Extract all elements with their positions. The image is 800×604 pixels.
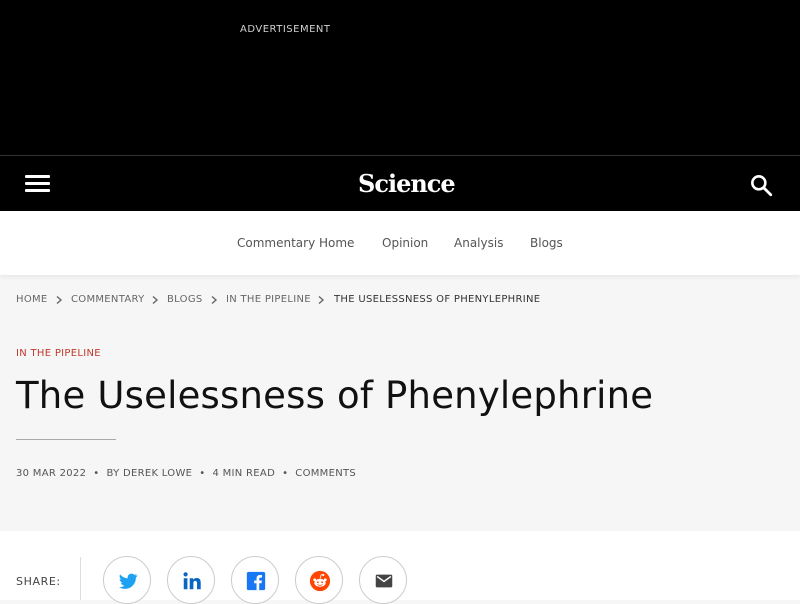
title-divider [16,439,116,440]
subnav-item-blogs[interactable]: Blogs [530,236,563,250]
article-date: 30 MAR 2022 [16,468,86,479]
menu-icon-bar [25,189,50,192]
share-divider [80,557,81,600]
facebook-icon [245,570,267,592]
twitter-icon [117,570,139,592]
menu-button[interactable] [24,172,52,196]
chevron-right-icon [150,295,160,305]
share-twitter-button[interactable] [103,556,151,604]
breadcrumb-in-the-pipeline[interactable]: IN THE PIPELINE [226,294,311,305]
article-meta: 30 MAR 2022 • BY DEREK LOWE • 4 MIN READ • COM… [16,468,356,479]
share-facebook-button[interactable] [231,556,279,604]
breadcrumb-commentary[interactable]: COMMENTARY [71,294,145,305]
science-logo[interactable]: Science [358,168,442,200]
meta-separator: • [93,468,99,479]
subnav-item-opinion[interactable]: Opinion [382,236,428,250]
comments-link[interactable]: COMMENTS [295,468,356,479]
chevron-right-icon [54,295,64,305]
share-reddit-button[interactable] [295,556,343,604]
advertisement-label: ADVERTISEMENT [240,24,331,35]
chevron-right-icon [316,295,326,305]
article-read-time: 4 MIN READ [212,468,275,479]
share-bar: SHARE: [0,531,800,600]
menu-icon [25,175,50,178]
share-linkedin-button[interactable] [167,556,215,604]
chevron-right-icon [209,295,219,305]
site-header: Science [0,155,800,211]
search-button[interactable] [748,172,774,198]
meta-separator: • [282,468,288,479]
search-icon [748,172,774,198]
meta-separator: • [199,468,205,479]
share-email-button[interactable] [359,556,407,604]
linkedin-icon [181,570,203,592]
menu-icon-bar [25,182,50,185]
subnav-item-analysis[interactable]: Analysis [454,236,503,250]
article-author[interactable]: BY DEREK LOWE [106,468,192,479]
subnav-item-commentary-home[interactable]: Commentary Home [237,236,354,250]
breadcrumb-home[interactable]: HOME [16,294,48,305]
article-title: The Uselessness of Phenylephrine [16,374,653,417]
breadcrumb-blogs[interactable]: BLOGS [167,294,203,305]
commentary-subnav: Commentary Home Opinion Analysis Blogs [0,211,800,275]
advertisement-banner[interactable]: ADVERTISEMENT [0,0,800,155]
email-icon [373,570,395,592]
reddit-icon [309,570,331,592]
share-label: SHARE: [16,575,61,588]
breadcrumb-current: THE USELESSNESS OF PHENYLEPHRINE [334,294,540,305]
article-kicker[interactable]: IN THE PIPELINE [16,348,101,359]
